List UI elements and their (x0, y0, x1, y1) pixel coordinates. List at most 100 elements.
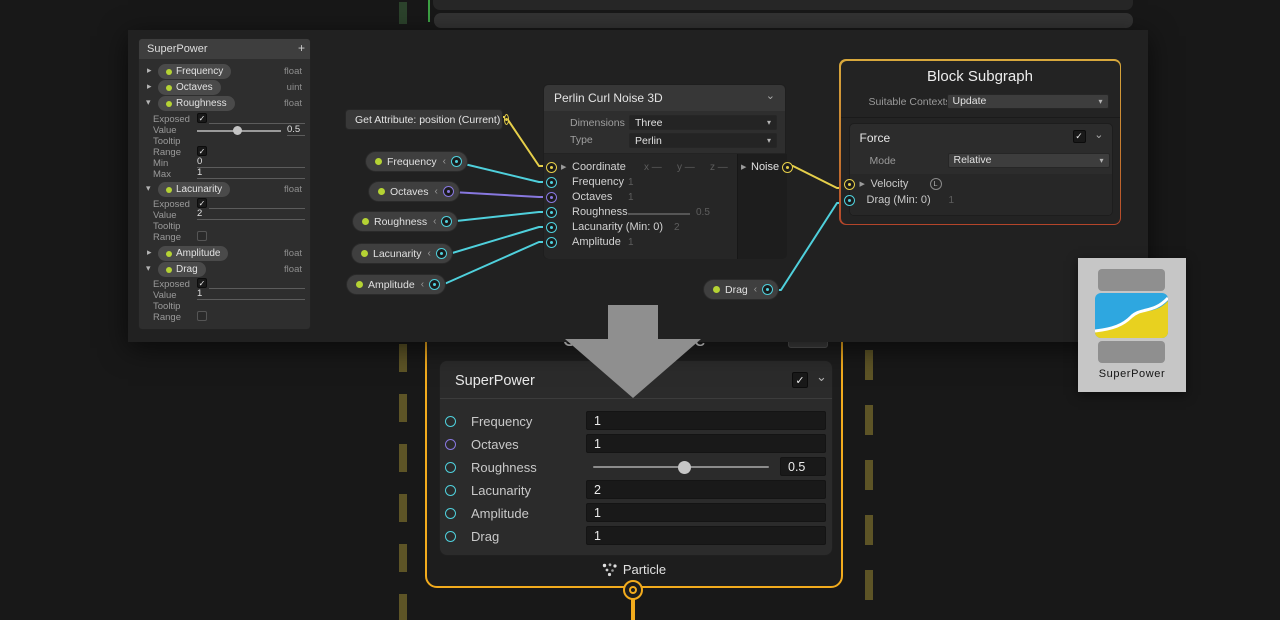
collapse-icon[interactable]: ‹ (427, 248, 430, 259)
collapse-icon[interactable]: ‹ (435, 186, 438, 197)
force-enabled-checkbox[interactable]: ✓ (1073, 130, 1086, 143)
port-float-out-icon[interactable] (436, 248, 447, 259)
range-checkbox[interactable] (197, 231, 207, 241)
port-float-out-icon[interactable] (441, 216, 452, 227)
port-float-icon[interactable] (445, 416, 456, 427)
param-label: Octaves (390, 186, 429, 198)
port-float-icon[interactable] (445, 462, 456, 473)
exposed-checkbox[interactable]: ✓ (197, 198, 207, 208)
check-icon: ✓ (199, 147, 206, 156)
force-collapse-chevron-icon[interactable]: ⌄ (1094, 128, 1103, 141)
port-float-icon[interactable] (445, 485, 456, 496)
port-coordinate-in-icon[interactable] (546, 162, 557, 173)
port-float-out-icon[interactable] (429, 279, 440, 290)
value-field[interactable]: 2 (197, 208, 305, 220)
value-field[interactable]: 0.5 (780, 457, 826, 476)
bb-pill-roughness[interactable]: Roughness (158, 96, 235, 111)
range-checkbox[interactable] (197, 311, 207, 321)
param-node-roughness[interactable]: Roughness ‹ (352, 211, 458, 232)
expander-icon[interactable]: ▶ (741, 163, 746, 171)
check-icon: ✓ (795, 374, 804, 387)
field-label: Value (153, 125, 177, 136)
port-float-in-icon[interactable] (546, 207, 557, 218)
node-title: Perlin Curl Noise 3D (554, 91, 663, 105)
collapse-icon[interactable]: ‹ (754, 284, 757, 295)
context-output-port[interactable] (623, 580, 643, 600)
param-dot-icon (166, 85, 172, 91)
expand-icon[interactable]: ▸ (147, 65, 152, 76)
port-uint-icon[interactable] (445, 439, 456, 450)
superpower-asset-card[interactable]: SuperPower (1078, 258, 1186, 392)
bb-pill-drag[interactable]: Drag (158, 262, 206, 277)
get-attribute-node[interactable]: Get Attribute: position (Current) (345, 109, 503, 130)
expander-icon[interactable]: ▶ (860, 180, 865, 188)
bb-pill-frequency[interactable]: Frequency (158, 64, 231, 79)
expand-icon[interactable]: ▾ (146, 97, 151, 108)
port-float-icon[interactable] (445, 531, 456, 542)
param-node-lacunarity[interactable]: Lacunarity ‹ (351, 243, 453, 264)
force-row-drag: Drag (Min: 0) 1 (850, 193, 1112, 208)
expand-icon[interactable]: ▾ (146, 183, 151, 194)
value-field[interactable]: 1 (586, 411, 826, 430)
node-header: Perlin Curl Noise 3D ⌄ (544, 85, 785, 111)
port-float-in-icon[interactable] (546, 237, 557, 248)
max-field[interactable]: 1 (197, 167, 305, 179)
slider-handle[interactable] (678, 461, 691, 474)
collapse-icon[interactable]: ‹ (443, 156, 446, 167)
value-field[interactable]: 1 (586, 503, 826, 522)
bb-pill-octaves[interactable]: Octaves (158, 80, 221, 95)
value-field[interactable]: 1 (586, 434, 826, 453)
port-float-in-icon[interactable] (546, 177, 557, 188)
input-row-roughness: Roughness 0.5 (544, 205, 737, 220)
param-node-frequency[interactable]: Frequency ‹ (365, 151, 468, 172)
port-drag-in-icon[interactable] (844, 195, 855, 206)
port-float-in-icon[interactable] (546, 222, 557, 233)
expand-icon[interactable]: ▸ (147, 247, 152, 258)
expander-icon[interactable]: ▶ (561, 163, 566, 171)
range-checkbox[interactable]: ✓ (197, 146, 207, 156)
value-field[interactable]: 2 (586, 480, 826, 499)
param-node-amplitude[interactable]: Amplitude ‹ (346, 274, 446, 295)
field-label: Range (153, 147, 181, 158)
port-noise-out-icon[interactable] (782, 162, 793, 173)
update-particle-context[interactable]: Update Particle SuperPower ✓ ⌄ Frequency… (425, 318, 843, 588)
perlin-curl-noise-node[interactable]: Perlin Curl Noise 3D ⌄ Dimensions Three … (543, 84, 786, 259)
port-value: 1 (949, 195, 955, 206)
block-row-roughness: Roughness 0.5 (440, 456, 834, 479)
suitable-contexts-dropdown[interactable]: Update ▾ (947, 94, 1109, 109)
property-type: float (284, 184, 302, 195)
port-float-icon[interactable] (445, 508, 456, 519)
port-float-out-icon[interactable] (762, 284, 773, 295)
port-label: Velocity (871, 178, 909, 190)
bb-slider-value[interactable]: 0.5 (287, 124, 305, 136)
block-subgraph-panel[interactable]: Block Subgraph Suitable Contexts Update … (839, 59, 1121, 225)
bb-pill-lacunarity[interactable]: Lacunarity (158, 182, 230, 197)
exposed-checkbox[interactable]: ✓ (197, 278, 207, 288)
value-field[interactable]: 1 (197, 288, 305, 300)
node-collapse-chevron-icon[interactable]: ⌄ (766, 89, 775, 102)
type-dropdown[interactable]: Perlin ▾ (629, 133, 777, 148)
port-uint-in-icon[interactable] (546, 192, 557, 203)
value-field[interactable]: 1 (586, 526, 826, 545)
collapse-icon[interactable]: ‹ (433, 216, 436, 227)
block-enabled-checkbox[interactable]: ✓ (792, 372, 808, 388)
superpower-block[interactable]: SuperPower ✓ ⌄ Frequency 1 Octaves 1 Rou… (439, 360, 833, 556)
port-float-out-icon[interactable] (451, 156, 462, 167)
exposed-checkbox[interactable]: ✓ (197, 113, 207, 123)
mode-dropdown[interactable]: Relative ▾ (948, 153, 1110, 168)
local-space-badge[interactable]: L (930, 178, 942, 190)
collapse-icon[interactable]: ‹ (421, 279, 424, 290)
dimensions-dropdown[interactable]: Three ▾ (629, 115, 777, 130)
block-collapse-chevron-icon[interactable]: ⌄ (816, 369, 827, 385)
bb-pill-amplitude[interactable]: Amplitude (158, 246, 228, 261)
port-velocity-in-icon[interactable] (844, 179, 855, 190)
param-node-octaves[interactable]: Octaves ‹ (368, 181, 460, 202)
expand-icon[interactable]: ▾ (146, 263, 151, 274)
add-property-button[interactable]: + (298, 41, 305, 55)
blackboard-panel[interactable]: SuperPower + ▸ Frequency float ▸ Octaves… (138, 38, 311, 330)
port-uint-out-icon[interactable] (443, 186, 454, 197)
bb-slider-handle[interactable] (233, 126, 242, 135)
expand-icon[interactable]: ▸ (147, 81, 152, 92)
force-block[interactable]: Force ✓ ⌄ Mode Relative ▾ ▶ Velocity L (849, 123, 1113, 216)
param-node-drag[interactable]: Drag ‹ (703, 279, 779, 300)
